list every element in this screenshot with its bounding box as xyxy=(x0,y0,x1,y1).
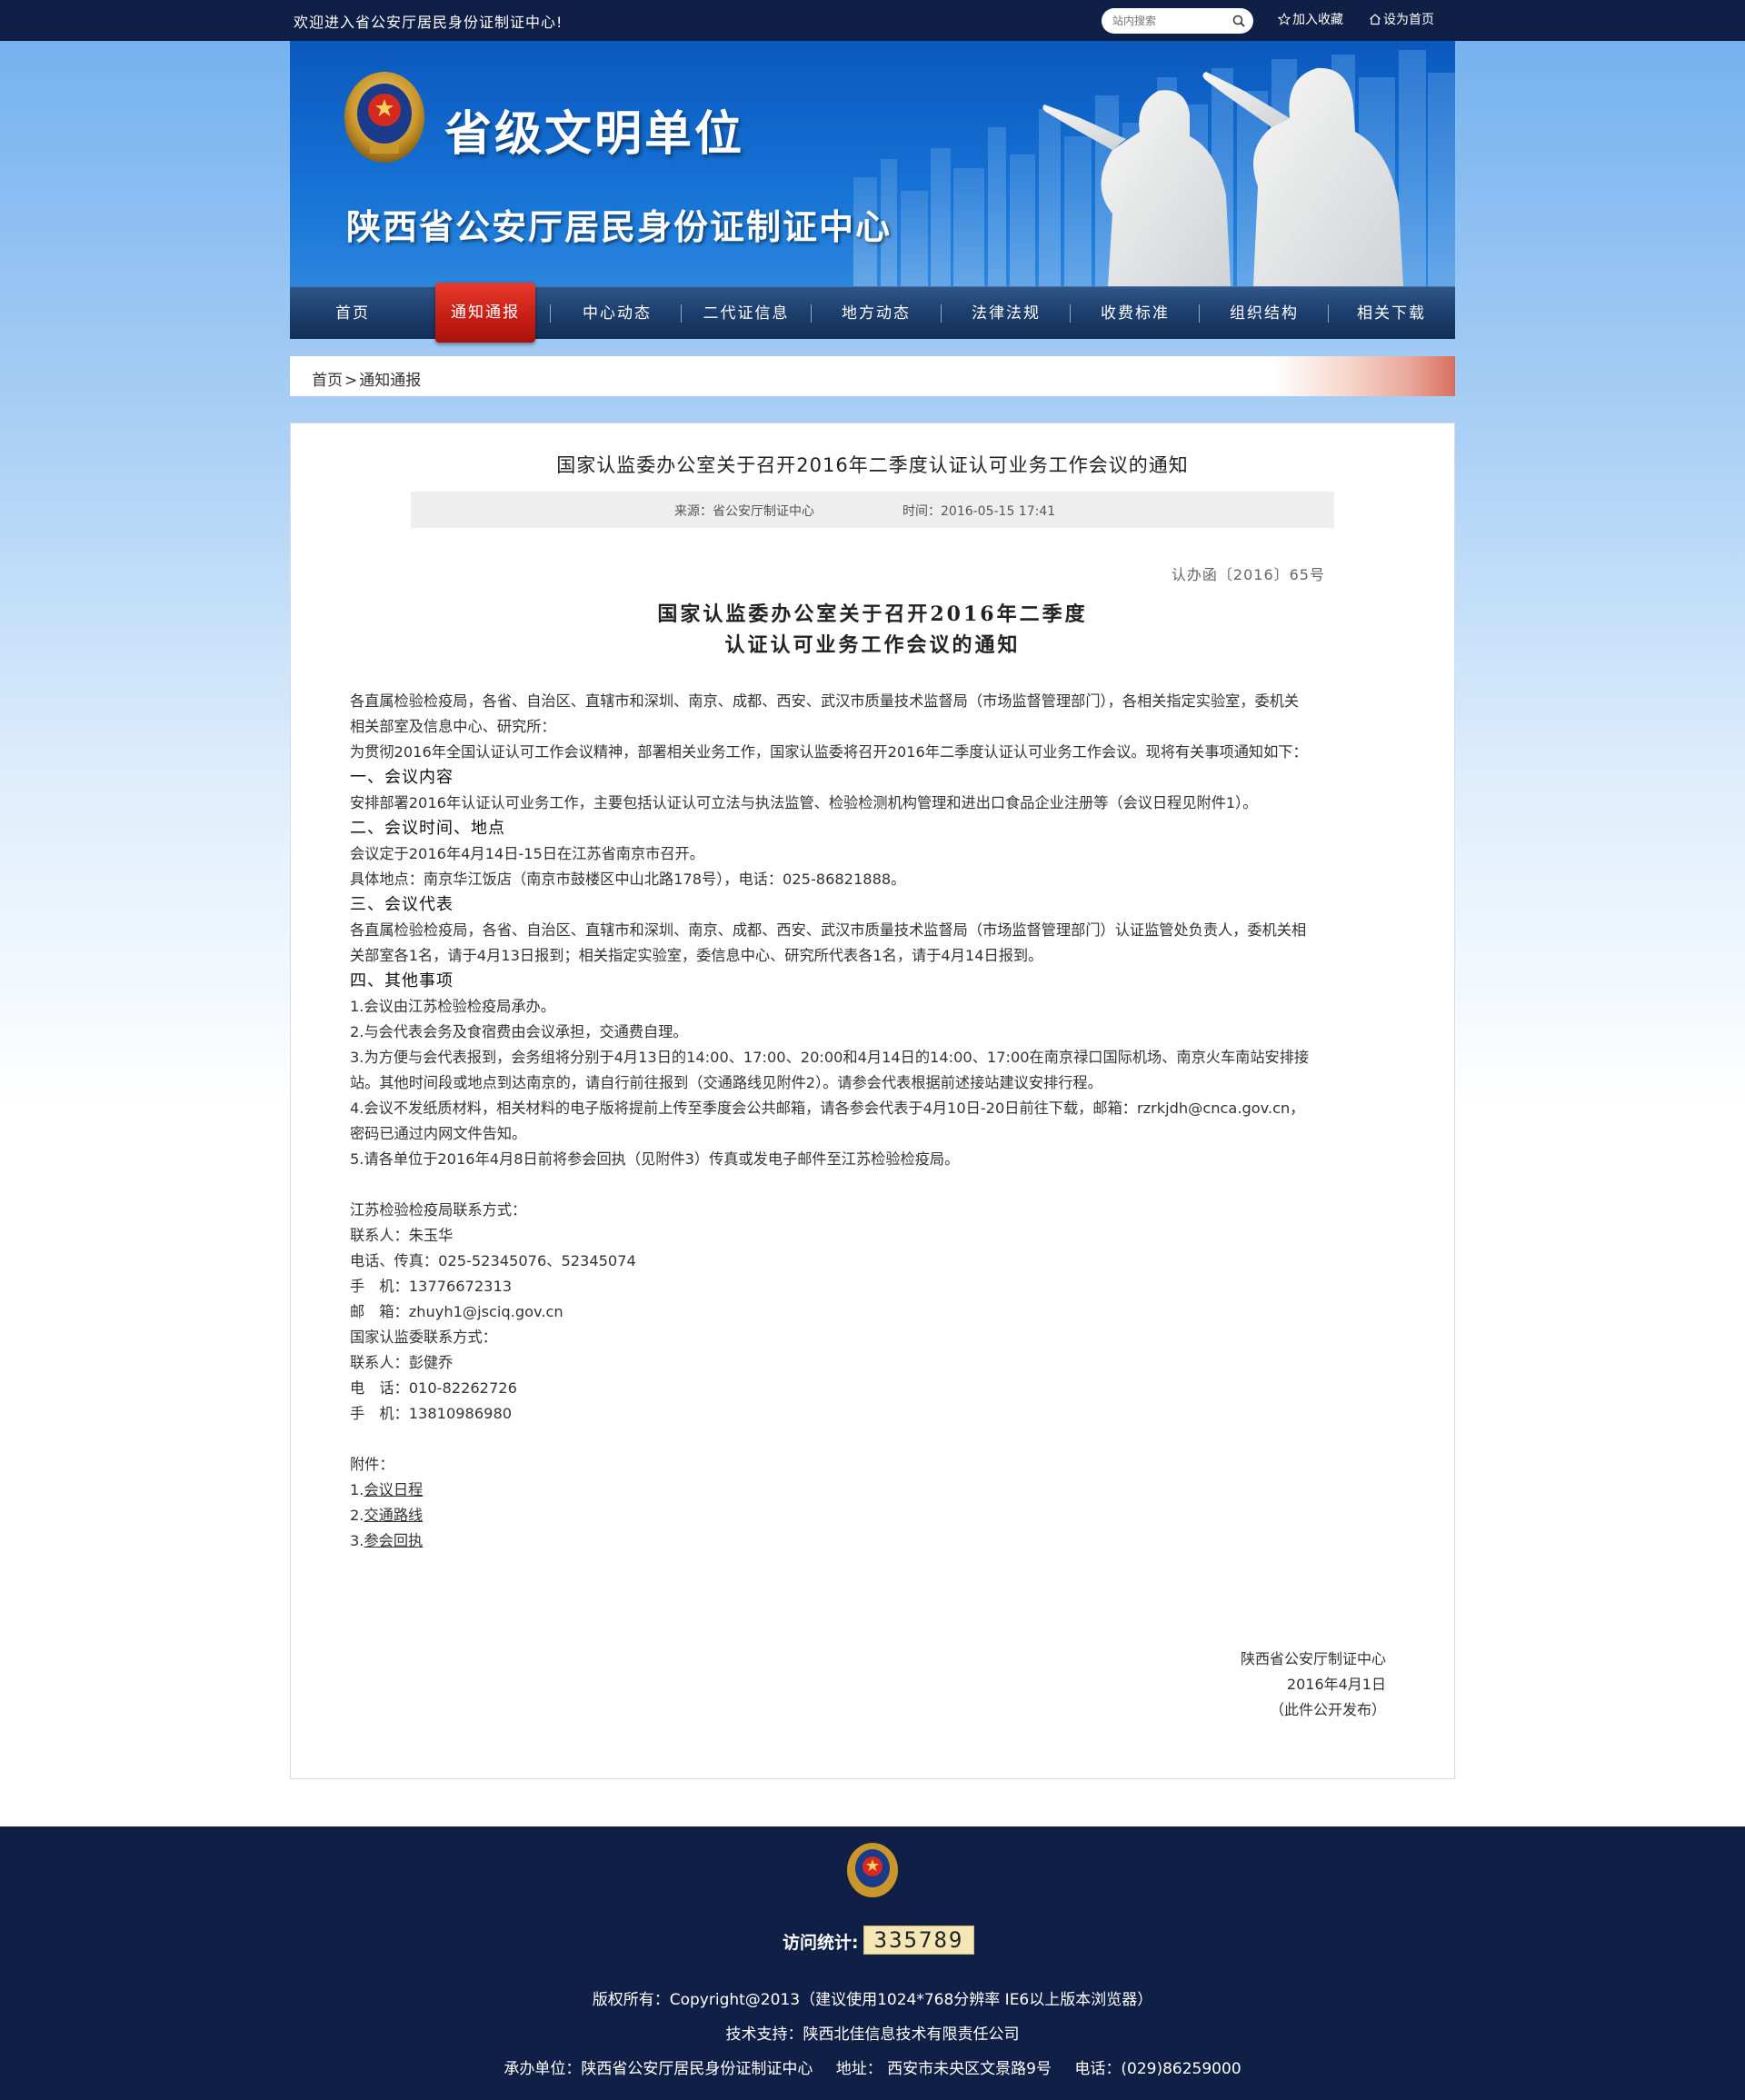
attachment-number: 3. xyxy=(350,1532,364,1549)
nav-separator xyxy=(1199,304,1200,323)
star-icon xyxy=(1278,13,1291,25)
article-body: 各直属检验检疫局，各省、自治区、直辖市和深圳、南京、成都、西安、武汉市质量技术监… xyxy=(350,689,1395,1554)
nav-item-notices[interactable]: 通知通报 xyxy=(435,283,535,343)
footer-host: 承办单位：陕西省公安厅居民身份证制证中心 xyxy=(504,2060,813,2078)
section-heading: 四、其他事项 xyxy=(350,971,454,990)
body-line: 具体地点：南京华江饭店（南京市鼓楼区中山北路178号），电话：025-86821… xyxy=(350,871,906,888)
footer-support: 技术支持：陕西北佳信息技术有限责任公司 xyxy=(725,2025,1020,2044)
contact-line: 联系人：彭健乔 xyxy=(350,1354,454,1371)
body-line: 5.请各单位于2016年4月8日前将参会回执（见附件3）传真或发电子邮件至江苏检… xyxy=(350,1150,960,1168)
footer: 访问统计: 335789 版权所有：Copyright@2013（建议使用102… xyxy=(0,1826,1745,2100)
body-line: 密码已通过内网文件告知。 xyxy=(350,1125,527,1142)
contact-line: 电话、传真：025-52345076、52345074 xyxy=(350,1252,636,1269)
header-banner: 省级文明单位 陕西省公安厅居民身份证制证中心 xyxy=(290,41,1455,286)
article-meta: 来源：省公安厅制证中心 时间：2016-05-15 17:41 xyxy=(411,492,1334,528)
breadcrumb-separator: > xyxy=(344,372,358,390)
body-line: 各直属检验检疫局，各省、自治区、直辖市和深圳、南京、成都、西安、武汉市质量技术监… xyxy=(350,692,1300,710)
footer-phone: 电话：(029)86259000 xyxy=(1074,2060,1241,2078)
contact-line: 手 机：13810986980 xyxy=(350,1405,513,1422)
nav-item-fees[interactable]: 收费标准 xyxy=(1072,287,1199,340)
body-line: 安排部署2016年认证认可业务工作，主要包括认证认可立法与执法监管、检验检测机构… xyxy=(350,794,1258,811)
document-heading-line1: 国家认监委办公室关于召开2016年二季度 xyxy=(657,602,1088,626)
nav-item-idcard-info[interactable]: 二代证信息 xyxy=(683,287,810,340)
nav-item-center-news[interactable]: 中心动态 xyxy=(553,287,681,340)
article-time: 时间：2016-05-15 17:41 xyxy=(902,504,1056,519)
body-line: 各直属检验检疫局，各省、自治区、直辖市和深圳、南京、成都、西安、武汉市质量技术监… xyxy=(350,921,1307,939)
nav-item-home[interactable]: 首页 xyxy=(294,287,412,340)
attachment-item: 2.交通路线 xyxy=(350,1503,1395,1528)
banner-subtitle: 陕西省公安厅居民身份证制证中心 xyxy=(346,207,892,247)
document-heading-line2: 认证认可业务工作会议的通知 xyxy=(724,633,1021,657)
police-emblem-icon xyxy=(847,1843,898,1897)
breadcrumb-home[interactable]: 首页 xyxy=(312,372,343,390)
breadcrumb-decoration xyxy=(1273,356,1455,396)
signature-date: 2016年4月1日 xyxy=(1286,1676,1386,1693)
nav-separator xyxy=(811,304,812,323)
police-emblem xyxy=(344,72,424,163)
set-homepage-link[interactable]: 设为首页 xyxy=(1369,10,1434,28)
search-icon[interactable] xyxy=(1231,14,1246,28)
search-input[interactable] xyxy=(1112,13,1222,29)
body-line: 1.会议由江苏检验检疫局承办。 xyxy=(350,998,555,1015)
contact-line: 电 话：010-82262726 xyxy=(350,1379,517,1397)
search-box[interactable] xyxy=(1102,8,1253,34)
nav-item-organization[interactable]: 组织结构 xyxy=(1201,287,1328,340)
attachment-link-route[interactable]: 交通路线 xyxy=(364,1507,423,1524)
nav-separator xyxy=(1070,304,1071,323)
body-line: 站。其他时间段或地点到达南京的，请自行前往报到（交通路线见附件2）。请参会代表根… xyxy=(350,1074,1102,1091)
section-heading: 三、会议代表 xyxy=(350,895,454,914)
contact-line: 联系人：朱玉华 xyxy=(350,1227,454,1244)
body-line: 会议定于2016年4月14日-15日在江苏省南京市召开。 xyxy=(350,845,704,862)
attachments-label: 附件： xyxy=(350,1456,394,1473)
contact-line: 江苏检验检疫局联系方式： xyxy=(350,1201,527,1219)
add-favorite-label: 加入收藏 xyxy=(1292,13,1343,27)
banner-title: 省级文明单位 xyxy=(444,107,745,162)
contact-line: 邮 箱：zhuyh1@jsciq.gov.cn xyxy=(350,1303,563,1320)
top-bar: 欢迎进入省公安厅居民身份证制证中心! 加入收藏 设为首页 xyxy=(0,0,1745,41)
attachment-link-receipt[interactable]: 参会回执 xyxy=(364,1532,423,1549)
body-line: 关部室各1名，请于4月13日报到；相关指定实验室，委信息中心、研究所代表各1名，… xyxy=(350,947,1043,964)
body-line: 3.为方便与会代表报到，会务组将分别于4月13日的14:00、17:00、20:… xyxy=(350,1049,1310,1066)
footer-copyright: 版权所有：Copyright@2013（建议使用1024*768分辨率 IE6以… xyxy=(592,1991,1153,2009)
footer-address: 地址： 西安市未央区文景路9号 xyxy=(835,2060,1052,2078)
nav-separator xyxy=(1328,304,1329,323)
home-icon xyxy=(1370,14,1381,25)
contact-line: 手 机：13776672313 xyxy=(350,1278,513,1295)
body-line: 相关部室及信息中心、研究所： xyxy=(350,718,556,735)
breadcrumb: 首页 > 通知通报 xyxy=(290,356,1455,396)
nav-item-local-news[interactable]: 地方动态 xyxy=(813,287,940,340)
article-title: 国家认监委办公室关于召开2016年二季度认证认可业务工作会议的通知 xyxy=(556,454,1189,476)
section-heading: 二、会议时间、地点 xyxy=(350,819,505,838)
nav-item-laws[interactable]: 法律法规 xyxy=(942,287,1070,340)
attachment-link-schedule[interactable]: 会议日程 xyxy=(364,1481,423,1498)
welcome-text: 欢迎进入省公安厅居民身份证制证中心! xyxy=(294,14,563,31)
signature-note: （此件公开发布） xyxy=(1269,1701,1386,1718)
article-source: 来源：省公安厅制证中心 xyxy=(674,504,814,519)
visit-counter: 335789 xyxy=(863,1926,974,1955)
main-nav: 首页 通知通报 中心动态 二代证信息 地方动态 法律法规 收费标准 组织结构 相… xyxy=(290,283,1455,343)
attachment-number: 1. xyxy=(350,1481,364,1498)
signature-block: 陕西省公安厅制证中心 2016年4月1日 （此件公开发布） xyxy=(1241,1647,1386,1723)
attachment-number: 2. xyxy=(350,1507,364,1524)
nav-separator xyxy=(550,304,551,323)
set-homepage-label: 设为首页 xyxy=(1383,13,1434,27)
section-heading: 一、会议内容 xyxy=(350,768,454,787)
banner-artwork xyxy=(344,50,1455,286)
body-line: 为贯彻2016年全国认证认可工作会议精神，部署相关业务工作，国家认监委将召开20… xyxy=(350,743,1308,761)
body-line: 4.会议不发纸质材料，相关材料的电子版将提前上传至季度会公共邮箱，请各参会代表于… xyxy=(350,1100,1305,1117)
body-line: 2.与会代表会务及食宿费由会议承担，交通费自理。 xyxy=(350,1023,688,1040)
nav-separator xyxy=(941,304,942,323)
footer-contact-line: 承办单位：陕西省公安厅居民身份证制证中心 地址： 西安市未央区文景路9号 电话：… xyxy=(0,2055,1745,2078)
attachment-item: 3.参会回执 xyxy=(350,1528,1395,1554)
breadcrumb-current[interactable]: 通知通报 xyxy=(359,372,421,390)
nav-separator xyxy=(681,304,682,323)
add-favorite-link[interactable]: 加入收藏 xyxy=(1278,10,1343,28)
document-number: 认办函〔2016〕65号 xyxy=(1171,566,1325,583)
nav-item-downloads[interactable]: 相关下载 xyxy=(1330,287,1453,340)
visit-stats-label: 访问统计: xyxy=(783,1933,859,1953)
attachment-item: 1.会议日程 xyxy=(350,1478,1395,1503)
signature-org: 陕西省公安厅制证中心 xyxy=(1240,1650,1386,1667)
contact-line: 国家认监委联系方式： xyxy=(350,1329,497,1346)
article-panel: 国家认监委办公室关于召开2016年二季度认证认可业务工作会议的通知 来源：省公安… xyxy=(290,423,1455,1779)
